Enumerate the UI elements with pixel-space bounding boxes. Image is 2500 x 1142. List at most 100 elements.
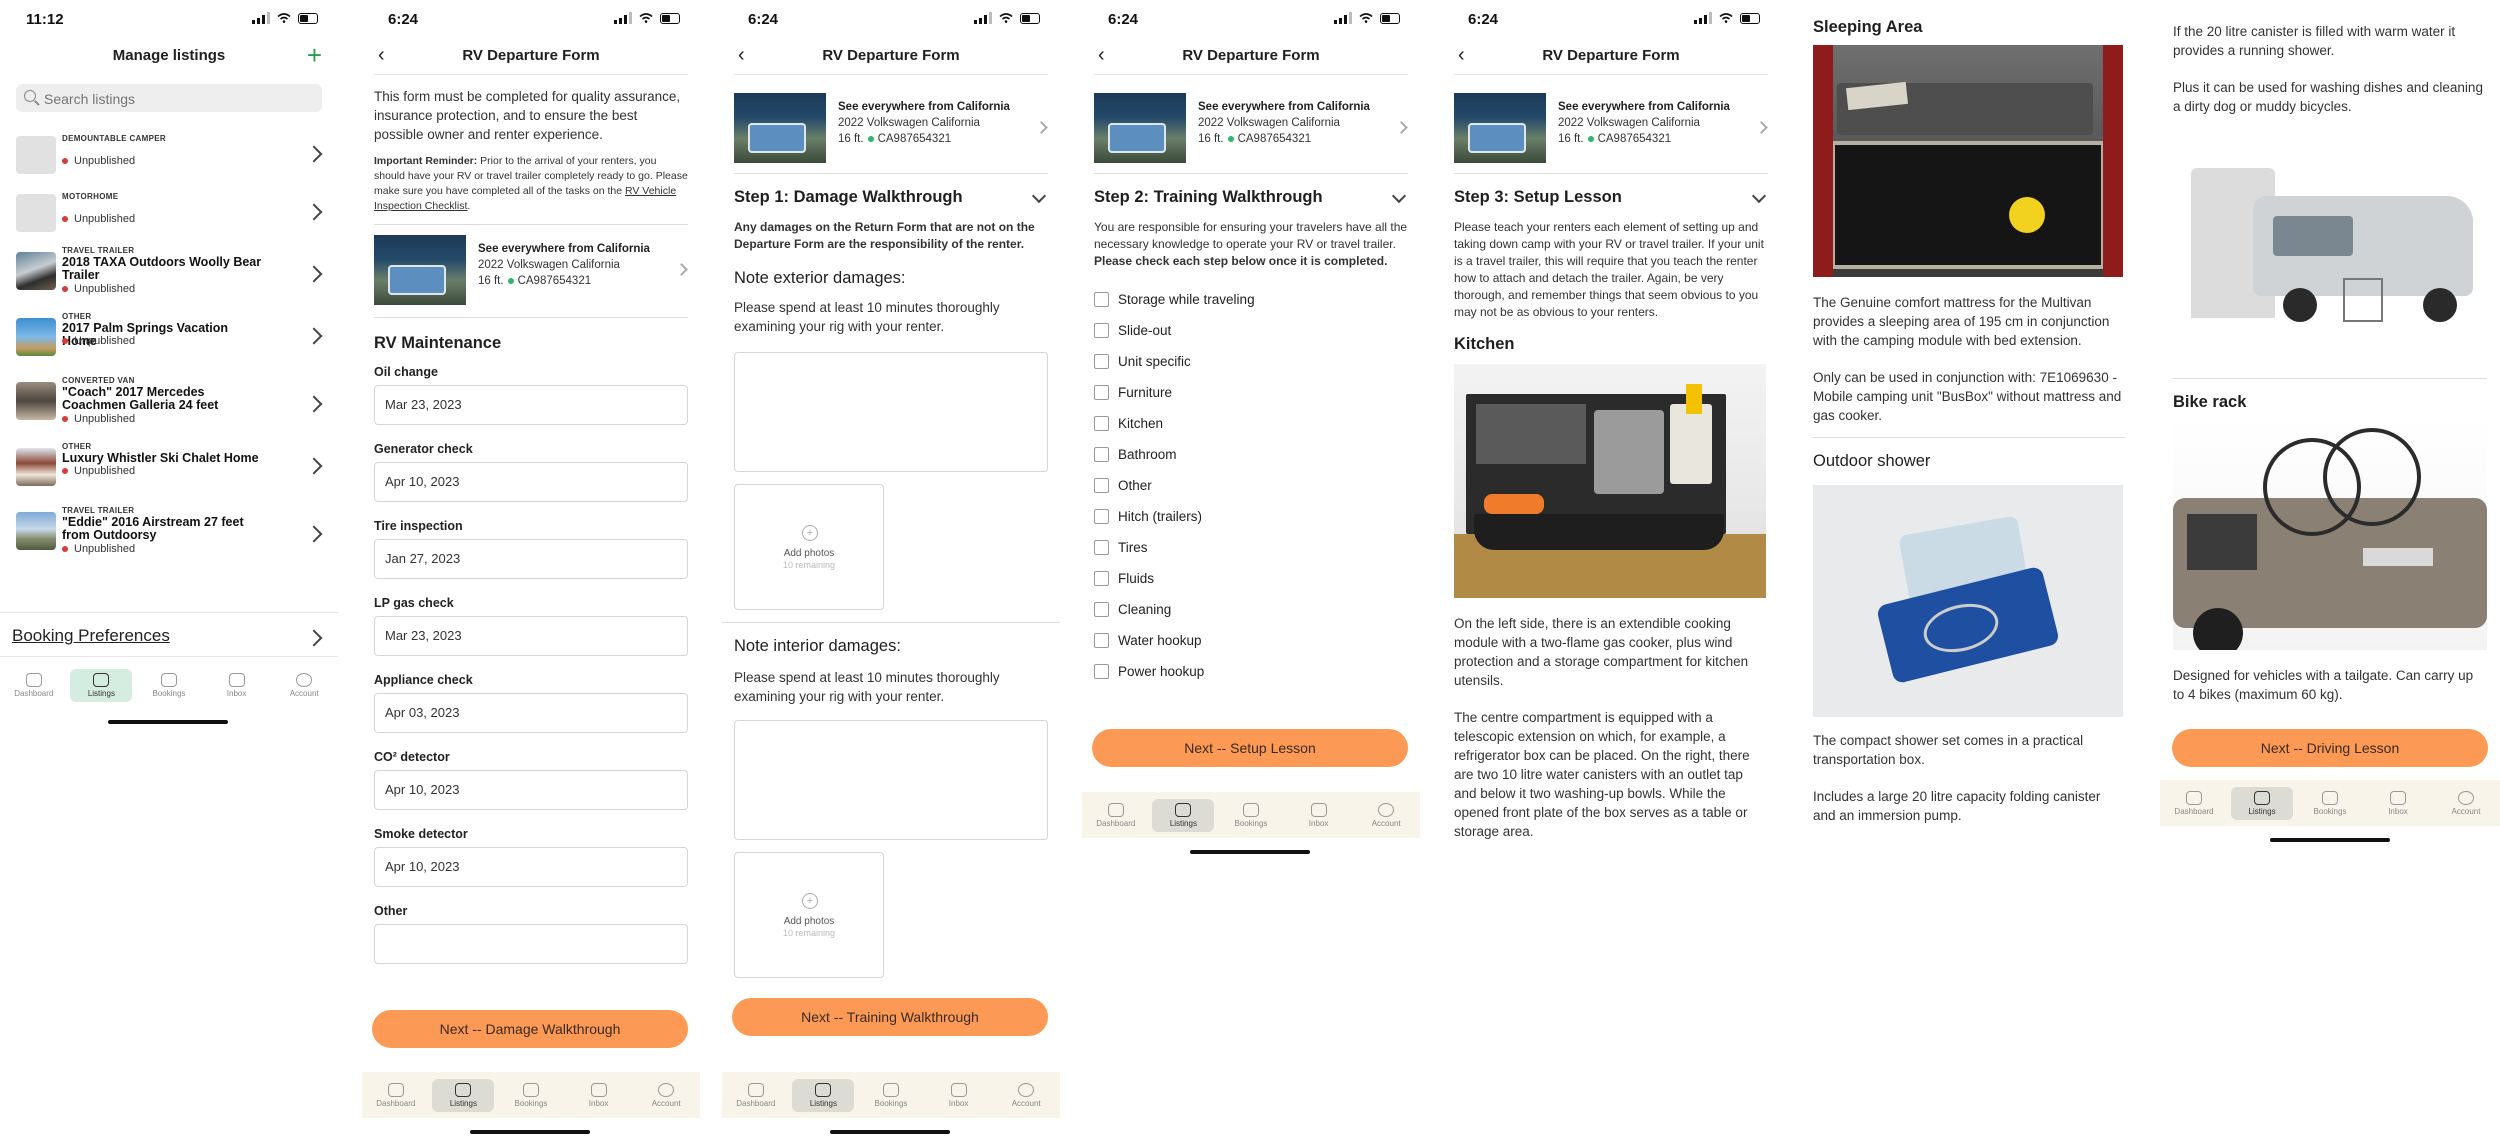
search-input[interactable] <box>42 84 296 114</box>
tab-listings[interactable]: Listings <box>792 1078 855 1112</box>
exterior-damages-textarea[interactable] <box>734 352 1048 472</box>
listing-item[interactable]: MOTORHOME Unpublished <box>16 182 323 240</box>
sleeping-paragraph-1: The Genuine comfort mattress for the Mul… <box>1813 295 2110 348</box>
tab-dashboard[interactable]: Dashboard <box>1085 799 1147 832</box>
checkbox[interactable] <box>1094 571 1109 586</box>
checkbox[interactable] <box>1094 478 1109 493</box>
tab-bookings[interactable]: Bookings <box>2299 787 2361 820</box>
listing-item[interactable]: CONVERTED VAN "Coach" 2017 Mercedes Coac… <box>16 370 323 436</box>
vehicle-card[interactable]: See everywhere from California 2022 Volk… <box>1094 93 1408 169</box>
signal-icon <box>1334 12 1352 24</box>
tab-account[interactable]: Account <box>2435 787 2497 820</box>
tab-bookings[interactable]: Bookings <box>860 1079 922 1112</box>
checkbox[interactable] <box>1094 447 1109 462</box>
training-checklist: Storage while traveling Slide-out Unit s… <box>1094 284 1408 687</box>
next-driving-lesson-button[interactable]: Next -- Driving Lesson <box>2172 729 2488 767</box>
sleeping-area-title: Sleeping Area <box>1813 18 1923 36</box>
checkbox[interactable] <box>1094 664 1109 679</box>
checklist-item[interactable]: Fluids <box>1094 563 1408 594</box>
next-setup-lesson-button[interactable]: Next -- Setup Lesson <box>1092 729 1408 767</box>
status-dot <box>62 216 68 222</box>
tab-dashboard[interactable]: Dashboard <box>3 669 65 702</box>
tab-listings[interactable]: Listings <box>70 668 133 702</box>
checkbox[interactable] <box>1094 416 1109 431</box>
tab-bookings[interactable]: Bookings <box>1220 799 1282 832</box>
bookings-icon <box>882 1082 899 1097</box>
next-damage-walkthrough-button[interactable]: Next -- Damage Walkthrough <box>372 1010 688 1048</box>
interior-add-photos-button[interactable]: + Add photos 10 remaining <box>734 852 884 978</box>
tab-bookings[interactable]: Bookings <box>500 1079 562 1112</box>
booking-preferences-link[interactable]: Booking Preferences <box>12 626 323 650</box>
tab-dashboard[interactable]: Dashboard <box>2163 787 2225 820</box>
tab-listings[interactable]: Listings <box>2231 786 2293 820</box>
step-3-header[interactable]: Step 3: Setup Lesson <box>1454 188 1768 207</box>
checklist-item[interactable]: Hitch (trailers) <box>1094 501 1408 532</box>
step-1-header[interactable]: Step 1: Damage Walkthrough <box>734 188 1048 207</box>
smoke-detector-field[interactable]: Apr 10, 2023 <box>374 847 688 887</box>
checkbox[interactable] <box>1094 602 1109 617</box>
search-bar[interactable] <box>16 84 322 114</box>
listing-status: Unpublished <box>62 283 135 295</box>
listing-item[interactable]: DEMOUNTABLE CAMPER Unpublished <box>16 124 323 182</box>
vehicle-card[interactable]: See everywhere from California 2022 Volk… <box>1454 93 1768 169</box>
tab-dashboard[interactable]: Dashboard <box>725 1079 787 1112</box>
lp-gas-check-field[interactable]: Mar 23, 2023 <box>374 616 688 656</box>
tab-account[interactable]: Account <box>995 1079 1057 1112</box>
bookings-icon <box>522 1082 539 1097</box>
checklist-item[interactable]: Slide-out <box>1094 315 1408 346</box>
generator-check-field[interactable]: Apr 10, 2023 <box>374 462 688 502</box>
field-label: Tire inspection <box>374 519 463 533</box>
checklist-item[interactable]: Bathroom <box>1094 439 1408 470</box>
add-listing-icon[interactable]: + <box>307 40 322 71</box>
listing-item[interactable]: OTHER Luxury Whistler Ski Chalet Home Un… <box>16 436 323 500</box>
tab-inbox[interactable]: Inbox <box>1288 799 1350 832</box>
tab-inbox[interactable]: Inbox <box>206 669 268 702</box>
listing-item[interactable]: OTHER 2017 Palm Springs Vacation Home Un… <box>16 306 323 370</box>
bike-rack-paragraph: Designed for vehicles with a tailgate. C… <box>2173 668 2474 702</box>
plus-circle-icon: + <box>802 525 818 541</box>
checkbox[interactable] <box>1094 509 1109 524</box>
co2-detector-field[interactable]: Apr 10, 2023 <box>374 770 688 810</box>
checklist-item[interactable]: Cleaning <box>1094 594 1408 625</box>
checklist-item[interactable]: Kitchen <box>1094 408 1408 439</box>
listing-item[interactable]: TRAVEL TRAILER 2018 TAXA Outdoors Woolly… <box>16 240 323 306</box>
tab-account[interactable]: Account <box>273 669 335 702</box>
checklist-item[interactable]: Water hookup <box>1094 625 1408 656</box>
checkbox[interactable] <box>1094 323 1109 338</box>
checklist-item[interactable]: Tires <box>1094 532 1408 563</box>
appliance-check-field[interactable]: Apr 03, 2023 <box>374 693 688 733</box>
exterior-add-photos-button[interactable]: + Add photos 10 remaining <box>734 484 884 610</box>
tab-dashboard[interactable]: Dashboard <box>365 1079 427 1112</box>
interior-damages-textarea[interactable] <box>734 720 1048 840</box>
listing-category: OTHER <box>62 312 92 321</box>
tab-inbox[interactable]: Inbox <box>2367 787 2429 820</box>
checklist-item[interactable]: Power hookup <box>1094 656 1408 687</box>
tab-bookings[interactable]: Bookings <box>138 669 200 702</box>
checkbox[interactable] <box>1094 633 1109 648</box>
other-field[interactable] <box>374 924 688 964</box>
page-title: RV Departure Form <box>1182 47 1320 64</box>
tab-listings[interactable]: Listings <box>1152 798 1215 832</box>
checklist-item[interactable]: Other <box>1094 470 1408 501</box>
oil-change-field[interactable]: Mar 23, 2023 <box>374 385 688 425</box>
battery-icon <box>660 12 680 24</box>
step-2-header[interactable]: Step 2: Training Walkthrough <box>1094 188 1408 207</box>
tab-listings[interactable]: Listings <box>432 1078 495 1112</box>
checkbox[interactable] <box>1094 385 1109 400</box>
checklist-item[interactable]: Unit specific <box>1094 346 1408 377</box>
tab-account[interactable]: Account <box>1355 799 1417 832</box>
next-training-walkthrough-button[interactable]: Next -- Training Walkthrough <box>732 998 1048 1036</box>
listing-item[interactable]: TRAVEL TRAILER "Eddie" 2016 Airstream 27… <box>16 500 323 572</box>
vehicle-card[interactable]: See everywhere from California 2022 Volk… <box>734 93 1048 169</box>
checklist-item[interactable]: Furniture <box>1094 377 1408 408</box>
checklist-item[interactable]: Storage while traveling <box>1094 284 1408 315</box>
tab-account[interactable]: Account <box>635 1079 697 1112</box>
checkbox[interactable] <box>1094 354 1109 369</box>
vehicle-card[interactable]: See everywhere from California 2022 Volk… <box>374 235 688 311</box>
tab-bar: Dashboard Listings Bookings Inbox Accoun… <box>2160 780 2500 826</box>
tab-inbox[interactable]: Inbox <box>568 1079 630 1112</box>
checkbox[interactable] <box>1094 540 1109 555</box>
tab-inbox[interactable]: Inbox <box>928 1079 990 1112</box>
checkbox[interactable] <box>1094 292 1109 307</box>
tire-inspection-field[interactable]: Jan 27, 2023 <box>374 539 688 579</box>
